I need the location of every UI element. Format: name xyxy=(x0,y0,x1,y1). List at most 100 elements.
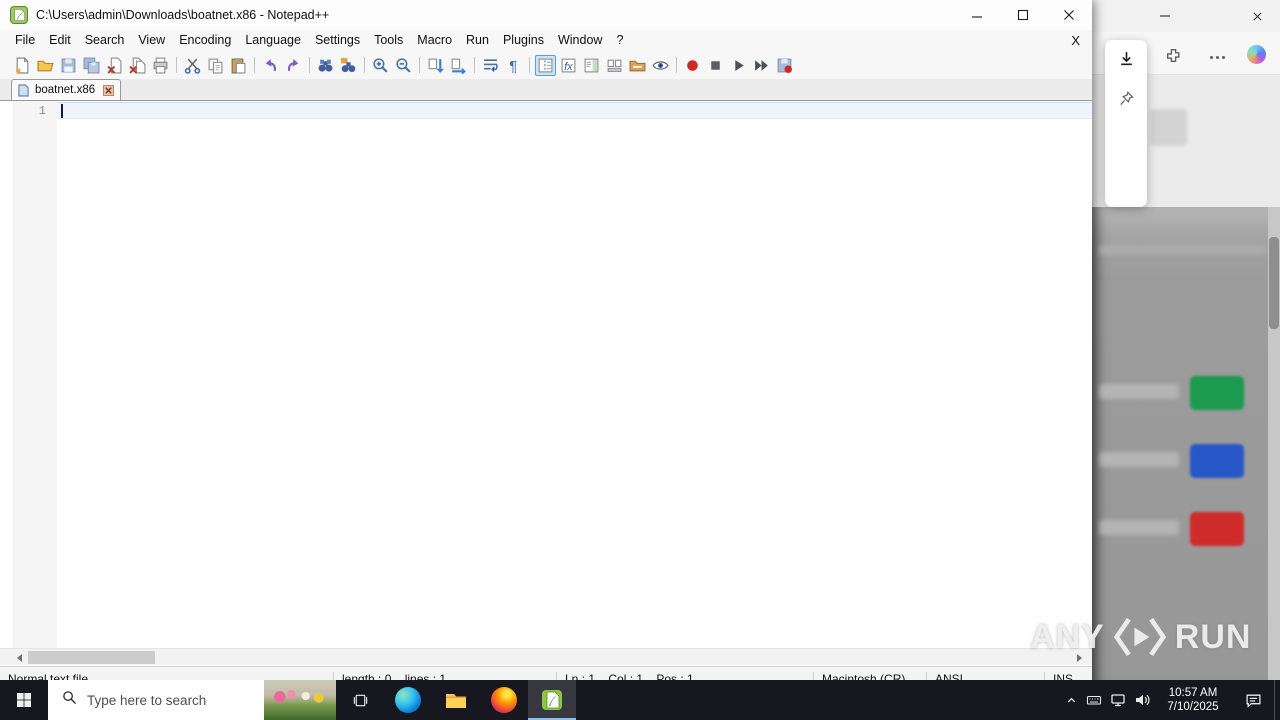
taskbar-notepadpp-button[interactable] xyxy=(528,680,576,720)
minimize-button[interactable] xyxy=(954,0,1000,30)
sync-scroll-vertical-icon[interactable] xyxy=(425,55,446,76)
download-arrow-icon[interactable] xyxy=(1116,48,1136,68)
menu-encoding[interactable]: Encoding xyxy=(172,30,238,51)
taskbar: Type here to search 10:57 AM 7/10/2025 xyxy=(0,680,1280,720)
copy-icon[interactable] xyxy=(205,55,226,76)
pin-icon[interactable] xyxy=(1116,88,1136,108)
restore-button[interactable] xyxy=(1000,0,1046,30)
toolbar-separator xyxy=(529,57,530,73)
clock-time: 10:57 AM xyxy=(1168,687,1218,699)
touch-keyboard-tray-button[interactable] xyxy=(1082,680,1106,720)
task-view-button[interactable] xyxy=(336,680,384,720)
taskbar-edge-button[interactable] xyxy=(384,680,432,720)
taskbar-search-box[interactable]: Type here to search xyxy=(48,680,336,720)
npp-menubar-items: File Edit Search View Encoding Language Settin… xyxy=(8,30,630,51)
tab-close-icon[interactable] xyxy=(102,84,114,96)
menu-plugins[interactable]: Plugins xyxy=(496,30,551,51)
document-list-icon[interactable] xyxy=(604,55,625,76)
page-button-green[interactable] xyxy=(1190,376,1244,410)
menu-window[interactable]: Window xyxy=(551,30,609,51)
text-caret xyxy=(61,104,63,118)
menu-tools[interactable]: Tools xyxy=(367,30,410,51)
scroll-left-arrow-icon[interactable] xyxy=(12,649,27,666)
start-button[interactable] xyxy=(0,680,48,720)
windows-logo-icon xyxy=(17,693,31,707)
show-all-characters-icon[interactable]: ¶ xyxy=(503,55,524,76)
replace-icon[interactable] xyxy=(338,55,359,76)
editor-area[interactable]: 1 xyxy=(0,101,1092,648)
blurred-element xyxy=(1150,109,1187,146)
file-explorer-icon xyxy=(446,694,466,708)
taskbar-file-explorer-button[interactable] xyxy=(432,680,480,720)
folder-as-workspace-icon[interactable] xyxy=(627,55,648,76)
edge-close-button[interactable] xyxy=(1248,7,1266,25)
search-icon xyxy=(62,690,77,710)
macro-run-multiple-icon[interactable] xyxy=(751,55,772,76)
menu-settings[interactable]: Settings xyxy=(308,30,367,51)
volume-icon xyxy=(1136,694,1150,706)
sync-scroll-horizontal-icon[interactable] xyxy=(448,55,469,76)
page-button-blue[interactable] xyxy=(1190,444,1244,478)
window-controls xyxy=(954,0,1092,30)
document-map-icon[interactable] xyxy=(581,55,602,76)
find-icon[interactable] xyxy=(315,55,336,76)
text-content[interactable] xyxy=(57,101,1092,648)
extensions-icon[interactable] xyxy=(1162,44,1184,66)
action-center-button[interactable] xyxy=(1232,680,1274,720)
word-wrap-icon[interactable] xyxy=(480,55,501,76)
macro-play-icon[interactable] xyxy=(728,55,749,76)
macro-stop-icon[interactable] xyxy=(705,55,726,76)
print-icon[interactable] xyxy=(150,55,171,76)
menu-macro[interactable]: Macro xyxy=(410,30,459,51)
cut-icon[interactable] xyxy=(182,55,203,76)
chevron-up-icon xyxy=(1067,697,1075,702)
new-file-icon[interactable] xyxy=(12,55,33,76)
monitoring-icon[interactable] xyxy=(650,55,671,76)
menu-language[interactable]: Language xyxy=(238,30,308,51)
toolbar-separator xyxy=(419,57,420,73)
blurred-text-row xyxy=(1099,520,1179,535)
save-all-icon[interactable] xyxy=(81,55,102,76)
horizontal-scrollbar[interactable] xyxy=(0,648,1092,665)
paste-icon[interactable] xyxy=(228,55,249,76)
network-tray-button[interactable] xyxy=(1106,680,1130,720)
page-button-red[interactable] xyxy=(1190,512,1244,546)
zoom-in-icon[interactable] xyxy=(370,55,391,76)
taskbar-firefox-button[interactable] xyxy=(480,680,528,720)
edge-page-scrollbar[interactable] xyxy=(1268,207,1280,680)
more-icon[interactable] xyxy=(1206,46,1228,68)
macro-record-icon[interactable] xyxy=(682,55,703,76)
menu-run[interactable]: Run xyxy=(459,30,496,51)
menubar-close-label[interactable]: X xyxy=(1071,33,1092,48)
close-all-icon[interactable] xyxy=(127,55,148,76)
menu-edit[interactable]: Edit xyxy=(42,30,78,51)
menu-search[interactable]: Search xyxy=(78,30,132,51)
zoom-out-icon[interactable] xyxy=(393,55,414,76)
function-list-icon[interactable]: fx xyxy=(558,55,579,76)
close-button[interactable] xyxy=(1046,0,1092,30)
save-file-icon[interactable] xyxy=(58,55,79,76)
menu-file[interactable]: File xyxy=(8,30,42,51)
menu-view[interactable]: View xyxy=(131,30,172,51)
scrollbar-thumb[interactable] xyxy=(28,651,155,664)
watermark-text-run: RUN xyxy=(1174,617,1252,656)
undo-icon[interactable] xyxy=(260,55,281,76)
open-file-icon[interactable] xyxy=(35,55,56,76)
tray-expand-button[interactable] xyxy=(1060,680,1082,720)
taskbar-clock[interactable]: 10:57 AM 7/10/2025 xyxy=(1154,680,1232,720)
touch-keyboard-icon xyxy=(1086,695,1102,705)
show-desktop-button[interactable] xyxy=(1274,680,1280,720)
show-indent-guide-icon[interactable] xyxy=(535,54,556,76)
redo-icon[interactable] xyxy=(283,55,304,76)
edge-scrollbar-thumb[interactable] xyxy=(1269,237,1279,329)
copilot-icon[interactable] xyxy=(1245,43,1267,65)
volume-tray-button[interactable] xyxy=(1130,680,1154,720)
news-interests-weather-image[interactable] xyxy=(264,680,336,720)
close-file-icon[interactable] xyxy=(104,55,125,76)
menu-help[interactable]: ? xyxy=(609,30,630,51)
tab-boatnet[interactable]: boatnet.x86 xyxy=(11,79,122,100)
anyrun-play-logo-icon xyxy=(1113,617,1166,657)
firefox-icon xyxy=(491,687,517,713)
edge-minimize-button[interactable] xyxy=(1156,7,1174,25)
macro-save-icon[interactable] xyxy=(774,55,795,76)
